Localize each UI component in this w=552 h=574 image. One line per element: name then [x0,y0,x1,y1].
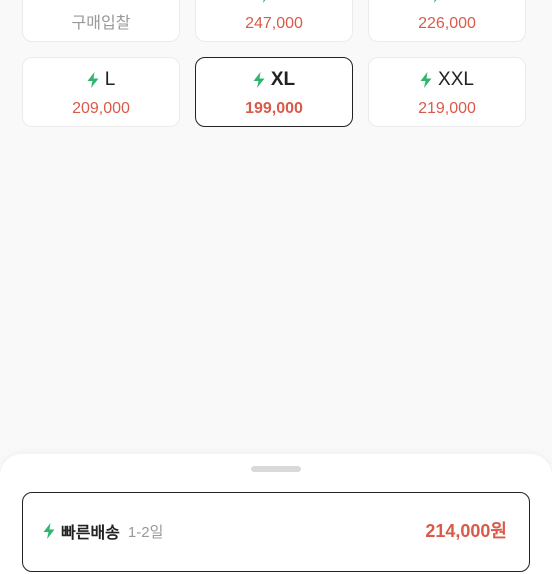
sheet-drag-handle[interactable] [251,466,301,472]
lightning-bolt-icon [430,0,442,3]
size-option-l[interactable]: L 209,000 [22,57,180,127]
bottom-sheet: 빠른배송 1-2일 214,000원 [0,454,552,574]
delivery-option-price: 214,000원 [425,521,507,541]
size-option-m[interactable]: M 226,000 [368,0,526,42]
size-price: 199,000 [245,100,303,117]
lightning-bolt-icon [259,0,271,3]
size-label: M [448,0,464,6]
size-option-xl[interactable]: XL 199,000 [195,57,353,127]
lightning-bolt-icon [43,523,55,539]
lightning-bolt-icon [253,72,265,88]
size-label: XL [270,69,296,90]
size-option-xs[interactable]: XS 구매입찰 [22,0,180,42]
size-label-row: L [23,69,179,91]
size-label: XS [88,0,113,6]
size-option-xxl[interactable]: XXL 219,000 [368,57,526,127]
size-price: 226,000 [418,15,476,32]
lightning-bolt-icon [87,72,99,88]
size-option-s[interactable]: S 247,000 [195,0,353,42]
size-label-row: XL [196,69,352,91]
size-label-row: M [369,0,525,6]
size-label-row: XS [23,0,179,6]
size-label: L [104,69,116,90]
size-label-row: XXL [369,69,525,91]
size-price: 219,000 [418,100,476,117]
size-price: 247,000 [245,15,303,32]
delivery-option-info: 빠른배송 1-2일 [43,519,163,543]
lightning-bolt-icon [420,72,432,88]
size-price: 209,000 [72,100,130,117]
size-label: S [277,0,290,6]
size-price: 구매입찰 [71,15,131,32]
delivery-option-fast[interactable]: 빠른배송 1-2일 214,000원 [22,492,530,572]
delivery-option-label: 빠른배송 [61,525,120,542]
size-label: XXL [438,69,474,90]
size-label-row: S [196,0,352,6]
delivery-option-days: 1-2일 [127,523,164,541]
